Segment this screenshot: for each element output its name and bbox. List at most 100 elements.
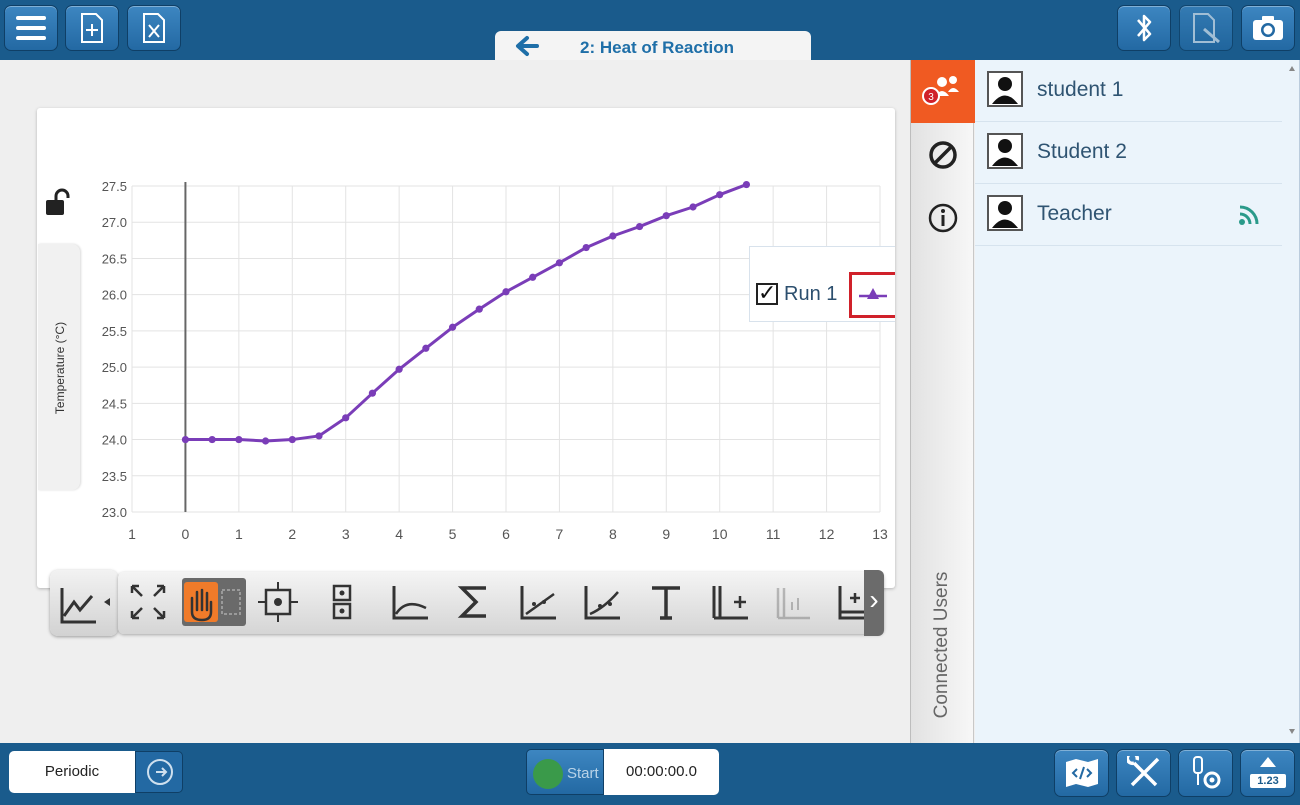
x-tick-label: 7 (556, 526, 564, 542)
lock-icon[interactable] (42, 188, 72, 223)
data-point (635, 222, 644, 231)
prohibited-icon (929, 141, 957, 169)
y-tick-label: 27.0 (102, 215, 127, 230)
y-tick-label: 26.0 (102, 288, 127, 303)
hand-pan-icon (190, 588, 241, 622)
tangent-button[interactable] (386, 578, 434, 626)
y-tick-label: 24.5 (102, 396, 127, 411)
user-name: student 1 (1037, 78, 1124, 101)
user-name: Teacher (1037, 202, 1112, 225)
tools-button[interactable] (1116, 749, 1171, 797)
users-group-icon: 3 (922, 76, 959, 105)
user-silhouette-icon (992, 77, 1018, 104)
curve-fit-button[interactable] (578, 578, 626, 626)
users-scrollbar[interactable] (1288, 66, 1296, 734)
data-point (742, 180, 751, 189)
data-point (342, 414, 350, 422)
x-tick-label: 6 (502, 526, 510, 542)
data-point (529, 273, 537, 281)
remove-axis-button[interactable] (768, 578, 816, 626)
timer-arrow-icon (147, 759, 173, 785)
x-tick-label: 9 (662, 526, 670, 542)
series-line-run-1 (185, 183, 747, 443)
camera-button[interactable] (1241, 5, 1295, 51)
data-point (502, 288, 510, 296)
up-triangle-icon (1259, 757, 1276, 767)
elapsed-timer: 00:00:00.0 (604, 749, 719, 795)
statistics-button[interactable] (450, 578, 498, 626)
sensor-settings-button[interactable] (1178, 749, 1233, 797)
collection-settings-button[interactable] (135, 751, 183, 793)
y-tick-label: 26.5 (102, 251, 127, 266)
broadcast-feed-icon (1239, 205, 1259, 225)
x-tick-label: 12 (819, 526, 835, 542)
info-tab[interactable] (911, 186, 975, 249)
examine-button[interactable] (254, 578, 302, 626)
wrench-screwdriver-icon (1126, 756, 1159, 787)
y-tick-label: 27.5 (102, 179, 127, 194)
data-point (395, 365, 403, 373)
data-point (716, 191, 724, 199)
x-tick-label: 3 (342, 526, 350, 542)
data-point (181, 435, 190, 444)
data-point (315, 432, 323, 440)
autoscale-button[interactable] (124, 578, 172, 626)
y-tick-label: 25.0 (102, 360, 127, 375)
annotation-button[interactable] (642, 578, 690, 626)
linear-fit-icon (520, 586, 556, 620)
pan-select-toggle[interactable] (182, 578, 246, 626)
graph-options-button[interactable] (50, 570, 118, 636)
user-silhouette-icon (992, 201, 1018, 228)
bluetooth-button[interactable] (1117, 5, 1171, 51)
examine-target-icon (258, 582, 298, 622)
collection-mode-field[interactable]: Periodic (9, 751, 135, 793)
add-y-axis-icon (712, 586, 748, 620)
x-tick-label: 2 (288, 526, 296, 542)
linear-fit-button[interactable] (514, 578, 562, 626)
meter-view-button[interactable]: 1.23 (1240, 749, 1295, 797)
user-row[interactable]: Student 2 (975, 122, 1282, 184)
tangent-graph-icon (392, 586, 428, 620)
y-tick-label: 23.0 (102, 505, 127, 520)
graph-toolbar: › (50, 570, 884, 636)
x-tick-label: 1 (128, 526, 136, 542)
y-tick-label: 23.5 (102, 469, 127, 484)
connected-users-tab[interactable]: 3 (911, 60, 975, 123)
camera-icon (1253, 16, 1283, 40)
user-row[interactable]: student 1 (975, 60, 1282, 122)
sensor-gear-icon (1192, 756, 1220, 789)
x-tick-label: 8 (609, 526, 617, 542)
meter-value: 1.23 (1250, 774, 1286, 788)
graph-legend: ✓ Run 1 (749, 246, 895, 322)
add-x-axis-icon (838, 586, 864, 620)
interpolate-button[interactable] (318, 578, 366, 626)
notes-button[interactable] (1179, 5, 1233, 51)
crosshair-stack-icon (332, 584, 352, 620)
legend-label: Run 1 (784, 283, 838, 305)
data-point (208, 435, 216, 444)
sigma-icon (457, 586, 486, 618)
start-collection-button[interactable]: Start (526, 749, 604, 795)
curve-fit-icon (584, 586, 620, 620)
embed-button[interactable] (1054, 749, 1109, 797)
series-marker-button[interactable] (849, 272, 895, 318)
data-point (368, 389, 377, 397)
data-point (475, 305, 483, 313)
graph-tools-strip (118, 572, 884, 634)
axis-disabled-icon (776, 588, 810, 620)
text-annotation-icon (652, 586, 680, 620)
toolbar-next-arrow[interactable]: › (864, 570, 884, 636)
add-x-axis-button[interactable] (830, 578, 864, 626)
add-axis-button[interactable] (706, 578, 754, 626)
user-row[interactable]: Teacher (975, 184, 1282, 246)
x-tick-label: 1 (235, 526, 243, 542)
data-point (288, 435, 296, 444)
x-tick-label: 10 (712, 526, 728, 542)
code-map-icon (1065, 759, 1098, 787)
graph-options-icon (60, 588, 110, 624)
info-icon (928, 203, 958, 233)
bluetooth-icon (1137, 14, 1152, 42)
data-point (448, 323, 457, 331)
run-1-checkbox[interactable]: ✓ (756, 282, 778, 305)
disconnect-tab[interactable] (911, 123, 975, 186)
